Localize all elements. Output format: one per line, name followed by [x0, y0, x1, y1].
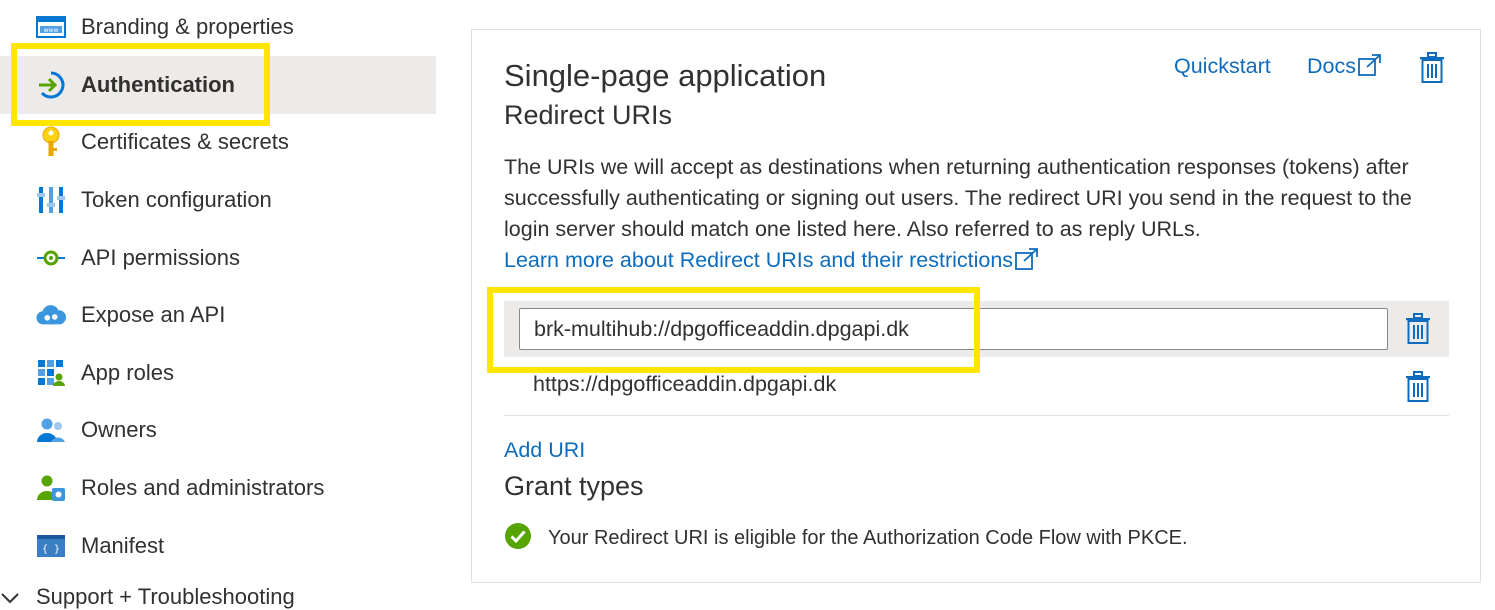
sidebar-item-label: Token configuration	[81, 187, 272, 212]
grant-types-message: Your Redirect URI is eligible for the Au…	[504, 522, 1188, 555]
sidebar-item-authentication[interactable]: Authentication	[0, 56, 436, 114]
trash-icon	[1419, 52, 1445, 88]
sidebar-item-label: Branding & properties	[81, 14, 294, 39]
delete-uri-button[interactable]	[1405, 371, 1431, 408]
svg-text:{ }: { }	[42, 544, 60, 555]
sidebar-item-label: Authentication	[81, 72, 235, 97]
delete-uri-button[interactable]	[1405, 313, 1431, 350]
learn-more-label: Learn more about Redirect URIs and their…	[504, 248, 1014, 272]
manifest-icon: { }	[36, 531, 66, 561]
learn-more-link[interactable]: Learn more about Redirect URIs and their…	[504, 248, 1039, 272]
docs-link[interactable]: Docs	[1307, 54, 1382, 82]
external-link-icon	[1015, 248, 1039, 279]
owners-icon	[36, 415, 66, 445]
success-check-icon	[504, 522, 532, 555]
redirect-uri-input[interactable]	[519, 308, 1388, 350]
external-link-icon	[1358, 54, 1382, 82]
redirect-uris-heading: Redirect URIs	[504, 100, 673, 130]
trash-icon	[1405, 371, 1431, 407]
redirect-uri-value[interactable]: https://dpgofficeaddin.dpgapi.dk	[533, 372, 836, 397]
redirect-uris-description: The URIs we will accept as destinations …	[504, 152, 1444, 279]
sidebar-item-label: Owners	[81, 417, 157, 442]
sidebar-item-label: Certificates & secrets	[81, 129, 289, 154]
page-title: Single-page application	[504, 58, 827, 93]
sidebar-item-expose-api[interactable]: Expose an API	[0, 286, 436, 344]
app-roles-icon	[36, 358, 66, 388]
docs-label: Docs	[1307, 54, 1356, 78]
quickstart-link[interactable]: Quickstart	[1174, 54, 1271, 79]
support-troubleshooting-label: Support + Troubleshooting	[36, 584, 295, 609]
sidebar-item-app-roles[interactable]: App roles	[0, 344, 436, 402]
sidebar-item-certificates[interactable]: Certificates & secrets	[0, 113, 436, 171]
delete-platform-button[interactable]	[1419, 52, 1445, 89]
sidebar-item-label: App roles	[81, 360, 174, 385]
redirect-uri-row	[504, 301, 1449, 357]
trash-icon	[1405, 313, 1431, 349]
sidebar-item-roles-administrators[interactable]: Roles and administrators	[0, 459, 436, 517]
spa-card: Single-page application Redirect URIs Qu…	[471, 29, 1481, 583]
sidebar-item-label: Expose an API	[81, 302, 226, 327]
token-config-icon	[36, 185, 66, 215]
sidebar: www Branding & properties Authentication…	[0, 0, 436, 609]
grant-types-heading: Grant types	[504, 471, 644, 501]
sidebar-item-label: Manifest	[81, 533, 165, 558]
branding-icon: www	[36, 12, 66, 42]
sidebar-item-token-configuration[interactable]: Token configuration	[0, 171, 436, 229]
sidebar-item-manifest[interactable]: { } Manifest	[0, 517, 436, 575]
sidebar-item-label: API permissions	[81, 245, 240, 270]
cloud-icon	[36, 300, 66, 330]
key-icon	[36, 126, 66, 157]
sidebar-item-branding[interactable]: www Branding & properties	[0, 0, 436, 56]
grant-types-text: Your Redirect URI is eligible for the Au…	[548, 527, 1188, 549]
sidebar-item-api-permissions[interactable]: API permissions	[0, 229, 436, 287]
support-troubleshooting-group[interactable]: Support + Troubleshooting	[0, 584, 295, 610]
svg-text:www: www	[44, 27, 59, 34]
roles-admin-icon	[36, 473, 66, 503]
description-text: The URIs we will accept as destinations …	[504, 155, 1412, 241]
sidebar-item-label: Roles and administrators	[81, 475, 325, 500]
api-permissions-icon	[36, 243, 66, 273]
authentication-icon	[36, 70, 66, 100]
chevron-down-icon	[0, 584, 26, 610]
redirect-uri-row: https://dpgofficeaddin.dpgapi.dk	[504, 359, 1449, 416]
sidebar-item-owners[interactable]: Owners	[0, 401, 436, 459]
add-uri-button[interactable]: Add URI	[504, 438, 585, 463]
